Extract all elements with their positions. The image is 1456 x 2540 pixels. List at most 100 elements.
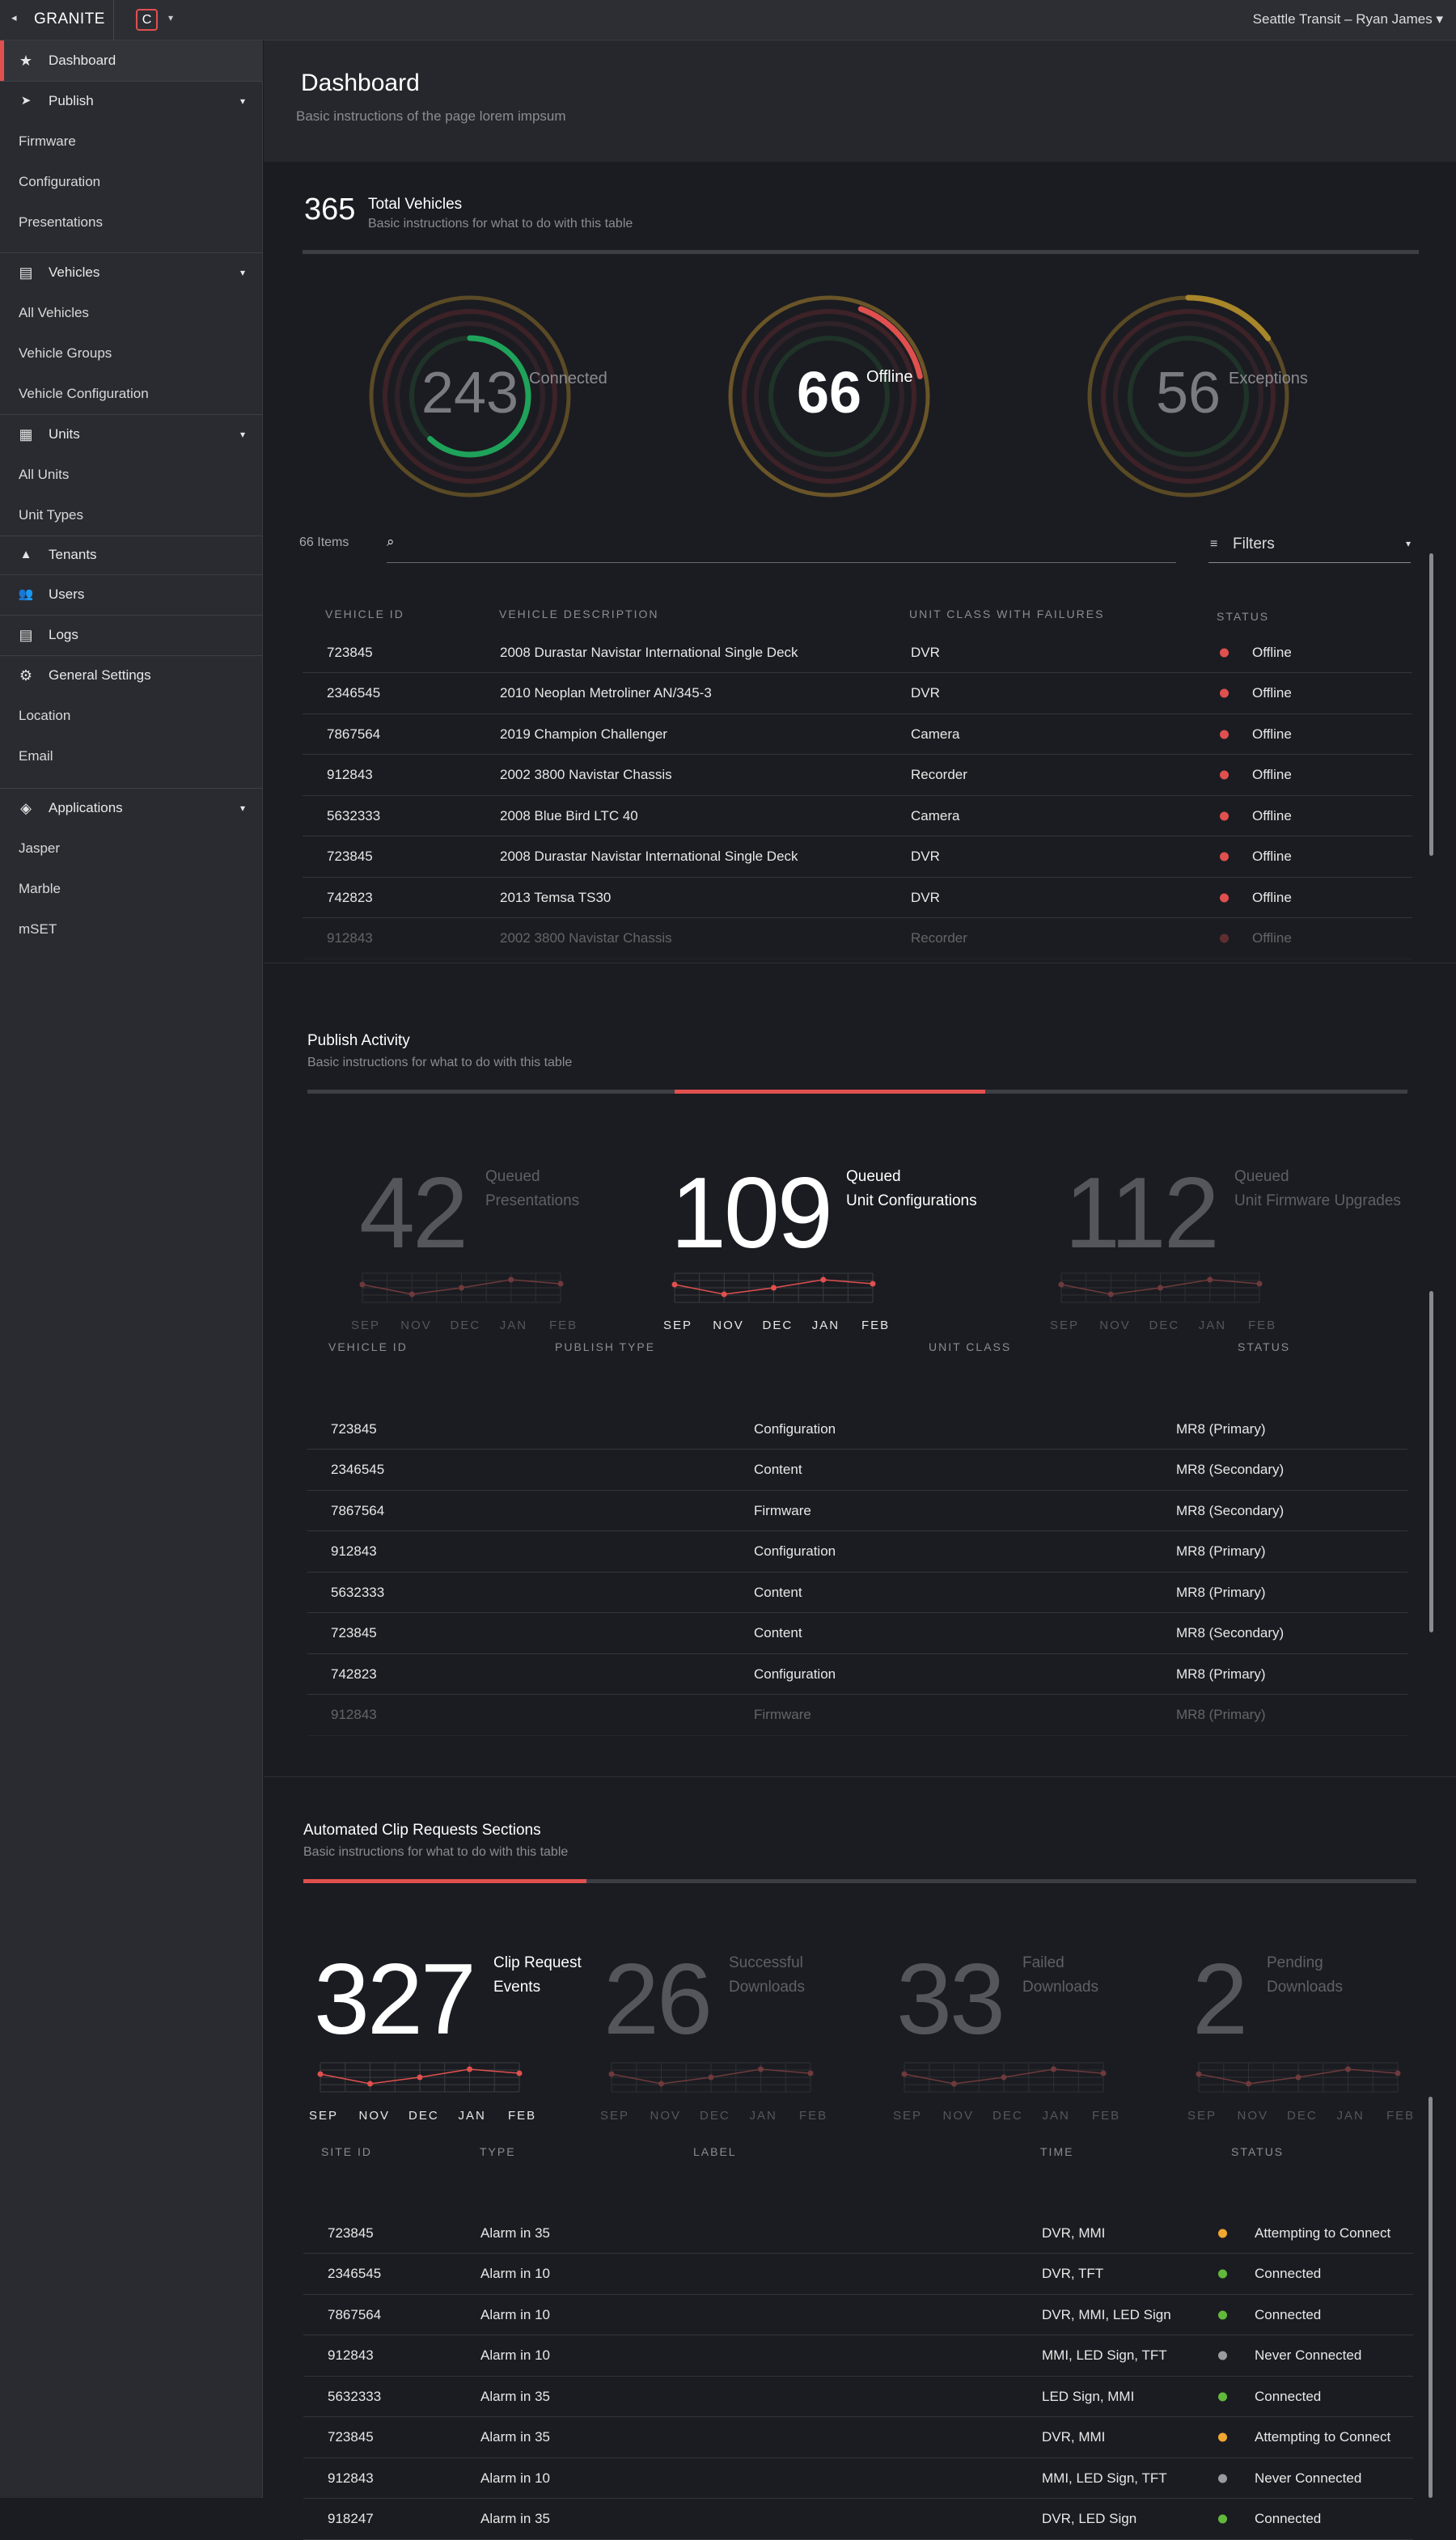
filters-dropdown[interactable]: ≡ Filters ▾ — [1208, 536, 1411, 563]
brand-name[interactable]: GRANITE — [34, 11, 105, 28]
column-header[interactable]: UNIT CLASS WITH FAILURES — [909, 607, 1104, 620]
column-header[interactable]: STATUS — [1238, 1340, 1290, 1353]
sidebar-item-units[interactable]: ▦ Units ▾ — [0, 414, 263, 455]
sidebar-item-mset[interactable]: mSET — [0, 909, 263, 950]
table-row[interactable]: 7867564 Firmware MR8 (Secondary) — [307, 1491, 1407, 1531]
sparkline-point — [870, 1281, 876, 1287]
status-dot — [1220, 852, 1229, 861]
back-arrow-icon[interactable]: ◂ — [11, 11, 17, 24]
chevron-down-icon: ▾ — [1436, 11, 1443, 27]
column-header[interactable]: VEHICLE ID — [328, 1340, 408, 1353]
table-row[interactable]: 912843 2002 3800 Navistar Chassis Recorder… — [303, 756, 1412, 796]
sidebar-item-configuration[interactable]: Configuration — [0, 162, 263, 202]
search-icon[interactable]: ⌕ — [387, 534, 395, 550]
table-row[interactable]: 2346545 Content MR8 (Secondary) — [307, 1450, 1407, 1491]
table-row[interactable]: 742823 Configuration MR8 (Primary) — [307, 1654, 1407, 1695]
stat-value: 109 — [671, 1158, 833, 1269]
table-row[interactable]: 723845 2008 Durastar Navistar Internation… — [303, 633, 1412, 673]
table-cell: 2002 3800 Navistar Chassis — [500, 930, 672, 946]
sidebar-item-presentations[interactable]: Presentations — [0, 202, 263, 243]
column-header[interactable]: TIME — [1040, 2145, 1073, 2158]
table-cell: 2008 Durastar Navistar International Sin… — [500, 644, 798, 660]
table-cell: Alarm in 10 — [480, 2266, 550, 2281]
paper-plane-icon: ➤ — [20, 94, 32, 108]
table-cell: MMI, LED Sign, TFT — [1042, 2470, 1167, 2486]
chevron-down-icon[interactable]: ▾ — [168, 12, 173, 23]
sidebar-item-label: Location — [19, 708, 71, 723]
column-header[interactable]: VEHICLE DESCRIPTION — [499, 607, 658, 620]
sidebar-item-all-units[interactable]: All Units — [0, 455, 263, 495]
sparkline-point — [771, 1285, 777, 1291]
sidebar-item-unit-types[interactable]: Unit Types — [0, 495, 263, 536]
table-cell: 5632333 — [328, 2388, 382, 2404]
sparkline-point — [1051, 2066, 1056, 2072]
table-cell: DVR, MMI — [1042, 2429, 1106, 2445]
sidebar-item-users[interactable]: 👥 Users — [0, 574, 263, 615]
app-logo-icon[interactable]: C — [136, 9, 158, 31]
sidebar-item-publish[interactable]: ➤ Publish ▾ — [0, 81, 263, 121]
scrollbar[interactable] — [1429, 553, 1433, 856]
table-row[interactable]: 7867564 2019 Champion Challenger Camera Off… — [303, 714, 1412, 755]
table-cell: MR8 (Secondary) — [1176, 1462, 1285, 1477]
month-label: NOV — [400, 1319, 432, 1332]
status-dot — [1218, 2514, 1227, 2524]
sidebar-item-marble[interactable]: Marble — [0, 869, 263, 909]
table-row[interactable]: 5632333 Alarm in 35 LED Sign, MMI Connected — [303, 2377, 1413, 2417]
sidebar-item-vehicles[interactable]: ▤ Vehicles ▾ — [0, 252, 263, 293]
scrollbar[interactable] — [1429, 1291, 1433, 1632]
user-account-menu[interactable]: Seattle Transit – Ryan James ▾ — [1253, 11, 1443, 28]
table-row[interactable]: 723845 Content MR8 (Secondary) — [307, 1614, 1407, 1654]
sidebar-item-vehicle-groups[interactable]: Vehicle Groups — [0, 333, 263, 374]
column-header[interactable]: SITE ID — [321, 2145, 372, 2158]
chevron-down-icon: ▾ — [239, 267, 245, 278]
column-header[interactable]: UNIT CLASS — [929, 1340, 1011, 1353]
sparkline-point — [708, 2074, 714, 2081]
table-row[interactable]: 918247 Alarm in 35 DVR, LED Sign Connected — [303, 2500, 1413, 2540]
table-cell: DVR, TFT — [1042, 2266, 1104, 2281]
month-label: NOV — [713, 1319, 744, 1332]
column-header[interactable]: STATUS — [1217, 610, 1269, 623]
sidebar-item-email[interactable]: Email — [0, 736, 263, 777]
table-row[interactable]: 5632333 2008 Blue Bird LTC 40 Camera Offlin… — [303, 796, 1412, 836]
sidebar-item-general-settings[interactable]: ⚙ General Settings — [0, 655, 263, 696]
divider — [264, 1776, 1456, 1777]
table-row[interactable]: 912843 Alarm in 10 MMI, LED Sign, TFT Never… — [303, 2336, 1413, 2377]
search-input[interactable] — [387, 562, 1176, 563]
scrollbar[interactable] — [1428, 2097, 1433, 2498]
sidebar-item-firmware[interactable]: Firmware — [0, 121, 263, 162]
sidebar-item-jasper[interactable]: Jasper — [0, 828, 263, 869]
table-cell: Configuration — [754, 1543, 836, 1559]
sparkline-point — [359, 1281, 366, 1288]
table-cell: 2019 Champion Challenger — [500, 726, 667, 742]
table-row[interactable]: 2346545 Alarm in 10 DVR, TFT Connected — [303, 2254, 1413, 2295]
sidebar-item-logs[interactable]: ▤ Logs — [0, 615, 263, 655]
sidebar-item-tenants[interactable]: ▲ Tenants — [0, 536, 263, 574]
table-row[interactable]: 742823 2013 Temsa TS30 DVR Offline — [303, 878, 1412, 918]
column-header[interactable]: STATUS — [1231, 2145, 1284, 2158]
table-row[interactable]: 912843 Configuration MR8 (Primary) — [307, 1532, 1407, 1573]
column-header[interactable]: PUBLISH TYPE — [555, 1340, 655, 1353]
table-row[interactable]: 912843 Alarm in 10 MMI, LED Sign, TFT Never… — [303, 2458, 1413, 2499]
table-row[interactable]: 912843 2002 3800 Navistar Chassis Recorder… — [303, 919, 1412, 959]
sparkline-point — [367, 2081, 373, 2087]
table-row[interactable]: 723845 Alarm in 35 DVR, MMI Attempting to C… — [303, 2213, 1413, 2254]
table-row[interactable]: 912843 Firmware MR8 (Primary) — [307, 1695, 1407, 1736]
table-row[interactable]: 7867564 Alarm in 10 DVR, MMI, LED Sign Conn… — [303, 2295, 1413, 2335]
status-dot — [1220, 688, 1229, 698]
table-row[interactable]: 5632333 Content MR8 (Primary) — [307, 1573, 1407, 1613]
table-row[interactable]: 723845 Alarm in 35 DVR, MMI Attempting to C… — [303, 2418, 1413, 2458]
column-header[interactable]: TYPE — [480, 2145, 516, 2158]
total-vehicles-count: 365 — [304, 193, 356, 226]
column-header[interactable]: LABEL — [693, 2145, 737, 2158]
sidebar-item-all-vehicles[interactable]: All Vehicles — [0, 293, 263, 333]
stat-value: 112 — [1064, 1158, 1220, 1269]
sidebar-item-applications[interactable]: ◈ Applications ▾ — [0, 788, 263, 828]
table-row[interactable]: 2346545 2010 Neoplan Metroliner AN/345-3 D… — [303, 674, 1412, 714]
sidebar-item-dashboard[interactable]: ★ Dashboard — [0, 40, 263, 81]
table-row[interactable]: 723845 2008 Durastar Navistar Internation… — [303, 837, 1412, 878]
sidebar-item-location[interactable]: Location — [0, 696, 263, 736]
table-cell: 2002 3800 Navistar Chassis — [500, 767, 672, 782]
sidebar-item-vehicle-configuration[interactable]: Vehicle Configuration — [0, 374, 263, 414]
table-row[interactable]: 723845 Configuration MR8 (Primary) — [307, 1409, 1407, 1450]
column-header[interactable]: VEHICLE ID — [325, 607, 404, 620]
